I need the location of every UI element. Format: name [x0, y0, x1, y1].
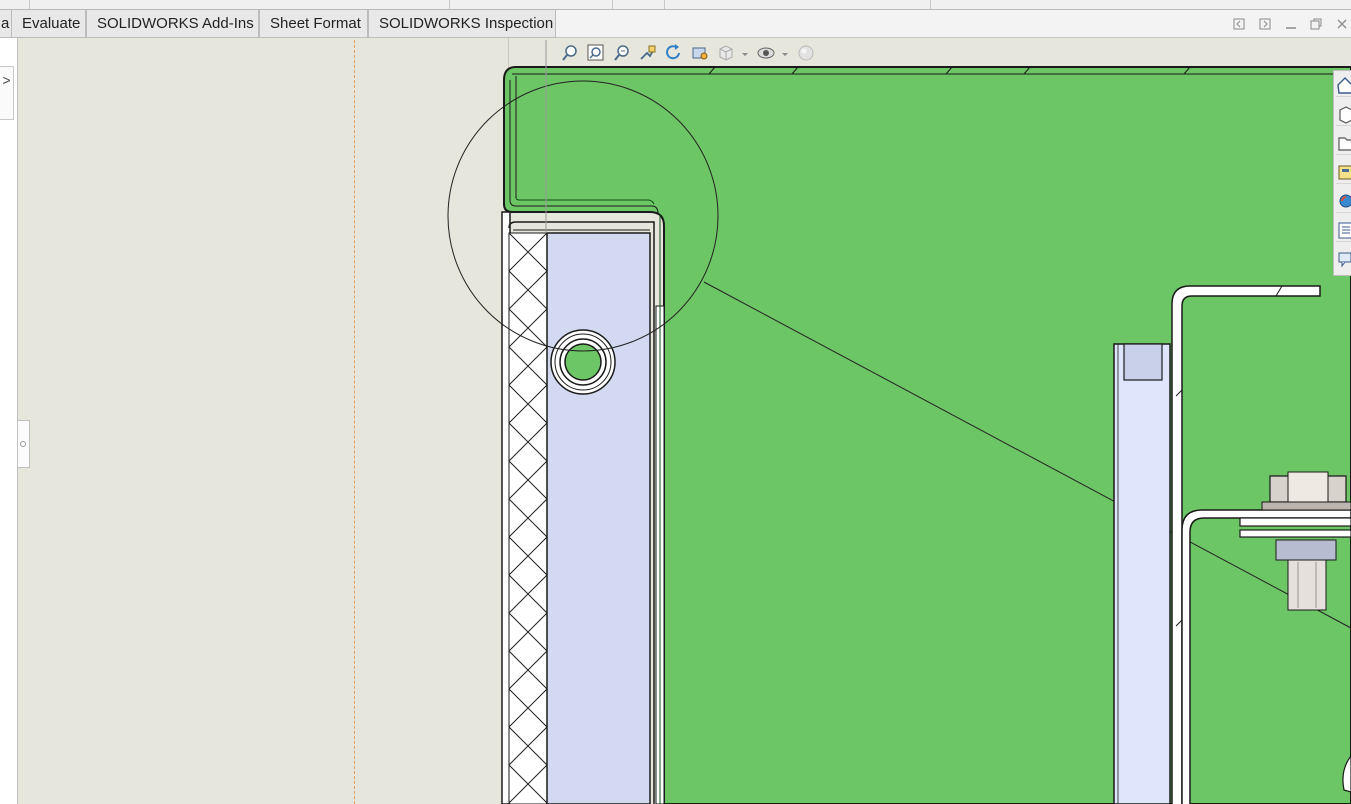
spacer-column [1113, 343, 1171, 804]
view-palette-icon[interactable] [1336, 160, 1351, 184]
file-explorer-icon[interactable] [1336, 131, 1351, 155]
forum-icon[interactable] [1336, 247, 1351, 271]
hide-show-items-icon[interactable] [756, 43, 776, 63]
pan-icon[interactable] [638, 43, 658, 63]
drawing-graphics-area[interactable] [0, 0, 1351, 804]
zoom-to-fit-icon[interactable] [560, 43, 580, 63]
zoom-to-area-icon[interactable] [586, 43, 606, 63]
rotate-view-icon[interactable] [664, 43, 684, 63]
bracket-section [546, 232, 651, 804]
display-style-icon[interactable] [716, 43, 736, 63]
hide-show-dropdown-icon[interactable] [780, 43, 790, 63]
solidworks-window: a Evaluate SOLIDWORKS Add-Ins Sheet Form… [0, 0, 1351, 804]
previous-view-icon[interactable] [690, 43, 710, 63]
zoom-in-out-icon[interactable] [612, 43, 632, 63]
heads-up-view-toolbar [556, 40, 826, 66]
task-pane-tabs [1333, 70, 1351, 276]
appearances-icon[interactable] [1336, 189, 1351, 213]
custom-properties-icon[interactable] [1336, 218, 1351, 242]
3d-parts-icon[interactable] [1336, 102, 1351, 126]
home-icon[interactable] [1336, 73, 1351, 97]
edit-appearance-icon[interactable] [796, 43, 816, 63]
display-style-dropdown-icon[interactable] [740, 43, 750, 63]
